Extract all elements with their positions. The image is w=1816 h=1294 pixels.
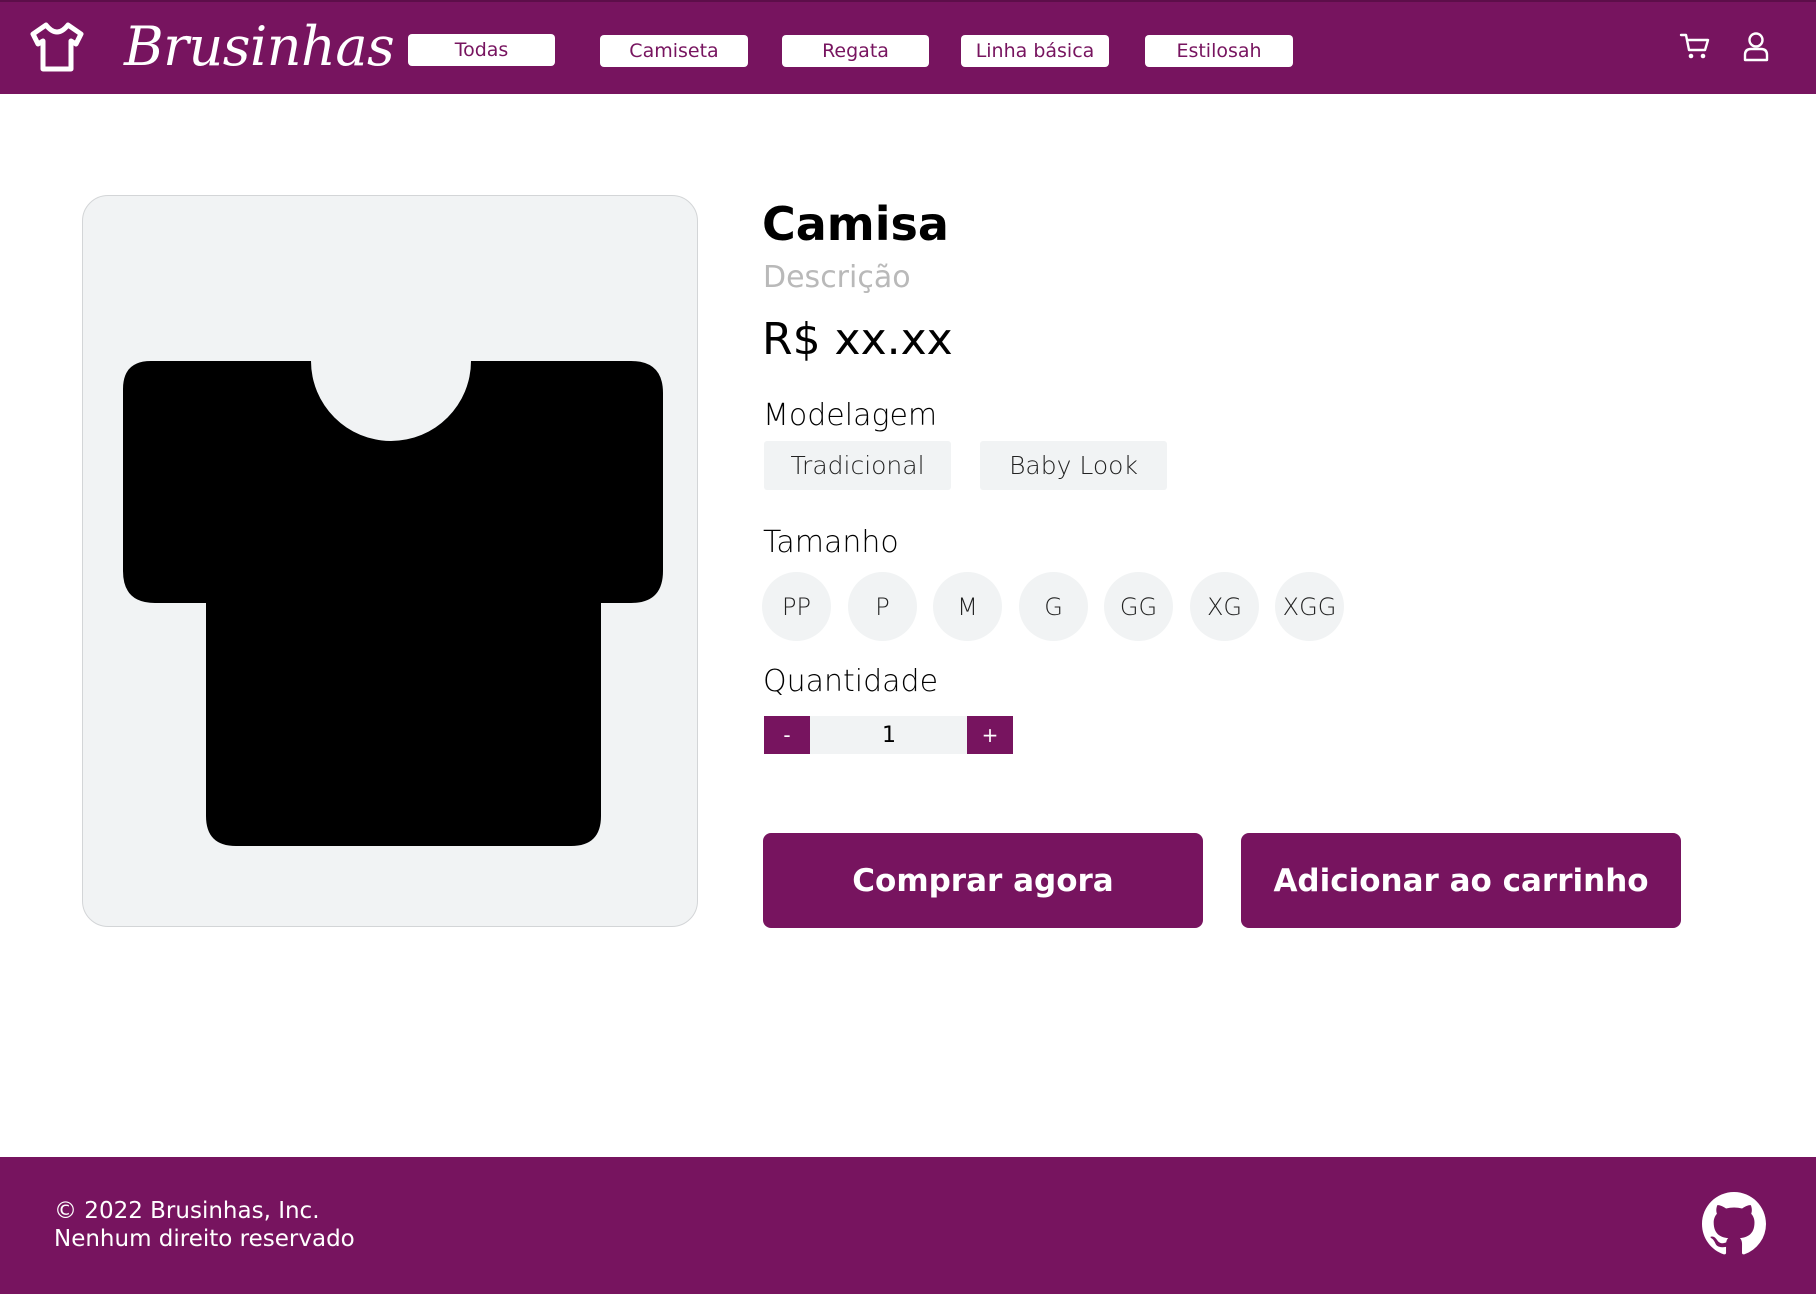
github-icon[interactable] — [1702, 1192, 1766, 1256]
nav-todas[interactable]: Todas — [408, 34, 555, 66]
user-icon[interactable] — [1740, 30, 1772, 62]
tshirt-icon — [123, 361, 663, 846]
buy-now-button[interactable]: Comprar agora — [763, 833, 1203, 928]
nav-linha-basica[interactable]: Linha básica — [961, 35, 1109, 67]
nav-camiseta[interactable]: Camiseta — [600, 35, 748, 67]
size-option-gg[interactable]: GG — [1104, 572, 1173, 641]
quantity-increment-button[interactable]: + — [967, 716, 1013, 754]
footer: © 2022 Brusinhas, Inc. Nenhum direito re… — [0, 1157, 1816, 1294]
product-price: R$ xx.xx — [762, 314, 953, 365]
product-description: Descrição — [763, 260, 911, 295]
size-option-pp[interactable]: PP — [762, 572, 831, 641]
brand-name[interactable]: Brusinhas — [124, 12, 395, 82]
nav-regata[interactable]: Regata — [782, 35, 929, 67]
quantity-label: Quantidade — [763, 664, 939, 699]
size-option-xgg[interactable]: XGG — [1275, 572, 1344, 641]
nav-estilosah[interactable]: Estilosah — [1145, 35, 1293, 67]
footer-rights: Nenhum direito reservado — [54, 1226, 355, 1252]
footer-copyright: © 2022 Brusinhas, Inc. — [54, 1198, 320, 1224]
size-option-g[interactable]: G — [1019, 572, 1088, 641]
top-nav-bar: Brusinhas Todas Camiseta Regata Linha bá… — [0, 0, 1816, 94]
size-option-p[interactable]: P — [848, 572, 917, 641]
size-label: Tamanho — [763, 525, 899, 560]
model-label: Modelagem — [763, 398, 938, 433]
product-title: Camisa — [762, 197, 949, 251]
model-option-baby-look[interactable]: Baby Look — [980, 441, 1167, 490]
quantity-input[interactable] — [810, 716, 968, 754]
model-option-tradicional[interactable]: Tradicional — [764, 441, 951, 490]
cart-icon[interactable] — [1679, 30, 1711, 62]
tshirt-icon[interactable] — [30, 22, 84, 72]
product-image-card — [82, 195, 698, 927]
add-to-cart-button[interactable]: Adicionar ao carrinho — [1241, 833, 1681, 928]
size-option-m[interactable]: M — [933, 572, 1002, 641]
quantity-decrement-button[interactable]: - — [764, 716, 810, 754]
size-option-xg[interactable]: XG — [1190, 572, 1259, 641]
